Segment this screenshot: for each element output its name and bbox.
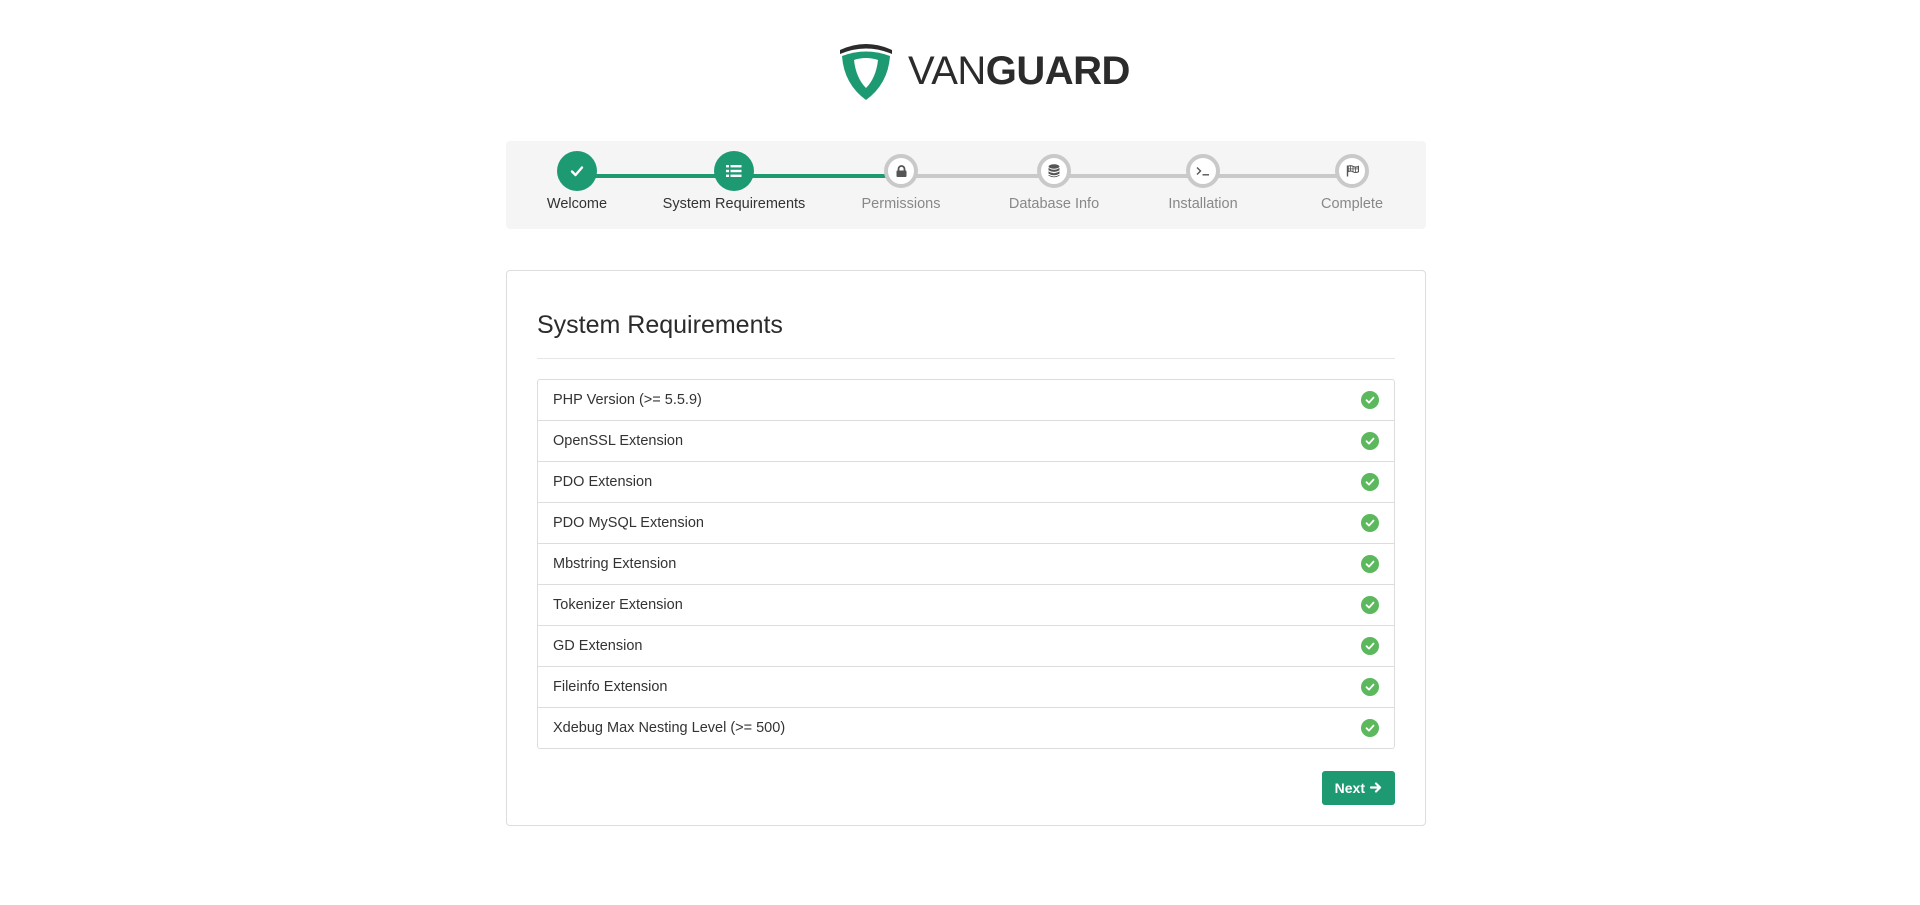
step-database-info-circle	[1037, 154, 1071, 188]
terminal-icon	[1196, 166, 1210, 176]
installation-wizard-steps: Welcome System Requirements Permissions	[506, 141, 1426, 229]
requirement-label: Fileinfo Extension	[553, 679, 668, 695]
next-button[interactable]: Next	[1321, 771, 1395, 805]
list-item: Tokenizer Extension	[538, 584, 1394, 625]
check-circle-icon	[1361, 391, 1379, 409]
list-item: PDO MySQL Extension	[538, 502, 1394, 543]
check-circle-icon	[1361, 596, 1379, 614]
step-complete-label: Complete	[1320, 196, 1384, 212]
requirement-label: PDO Extension	[553, 474, 653, 490]
step-database-info: Database Info	[974, 154, 1134, 212]
step-installation-label: Installation	[1168, 196, 1238, 212]
lock-icon	[896, 165, 907, 177]
list-item: Fileinfo Extension	[538, 666, 1394, 707]
brand-logo: VANGUARD	[838, 40, 1130, 102]
check-icon	[570, 164, 584, 178]
check-circle-icon	[1361, 637, 1379, 655]
list-item: GD Extension	[538, 625, 1394, 666]
step-permissions-label: Permissions	[861, 196, 941, 212]
brand-name-bold: GUARD	[985, 49, 1131, 93]
step-system-requirements-label: System Requirements	[662, 196, 806, 212]
step-welcome: Welcome	[497, 151, 657, 212]
step-system-requirements-circle	[714, 151, 754, 191]
list-item: PDO Extension	[538, 461, 1394, 502]
requirement-label: PHP Version (>= 5.5.9)	[553, 392, 702, 408]
next-button-label: Next	[1334, 780, 1365, 796]
shield-icon	[838, 40, 894, 102]
arrow-right-icon	[1369, 780, 1382, 796]
step-system-requirements: System Requirements	[654, 151, 814, 212]
requirement-label: Mbstring Extension	[553, 556, 677, 572]
check-circle-icon	[1361, 514, 1379, 532]
requirement-label: Xdebug Max Nesting Level (>= 500)	[553, 720, 786, 736]
requirement-label: PDO MySQL Extension	[553, 515, 704, 531]
requirements-list: PHP Version (>= 5.5.9) OpenSSL Extension…	[537, 379, 1395, 749]
step-permissions: Permissions	[821, 154, 981, 212]
step-welcome-circle	[557, 151, 597, 191]
brand-name-thin: VAN	[908, 49, 986, 93]
requirement-label: OpenSSL Extension	[553, 433, 684, 449]
database-icon	[1048, 164, 1060, 178]
step-database-info-label: Database Info	[1008, 196, 1100, 212]
list-item: Mbstring Extension	[538, 543, 1394, 584]
page-title: System Requirements	[537, 311, 783, 339]
brand-name: VANGUARD	[908, 51, 1130, 91]
flag-icon	[1346, 165, 1359, 177]
list-icon	[726, 164, 742, 178]
step-installation-circle	[1186, 154, 1220, 188]
check-circle-icon	[1361, 473, 1379, 491]
step-complete: Complete	[1272, 154, 1432, 212]
check-circle-icon	[1361, 678, 1379, 696]
requirement-label: Tokenizer Extension	[553, 597, 683, 613]
requirement-label: GD Extension	[553, 638, 643, 654]
step-welcome-label: Welcome	[546, 196, 608, 212]
list-item: Xdebug Max Nesting Level (>= 500)	[538, 707, 1394, 748]
check-circle-icon	[1361, 719, 1379, 737]
list-item: PHP Version (>= 5.5.9)	[538, 380, 1394, 420]
step-installation: Installation	[1123, 154, 1283, 212]
step-permissions-circle	[884, 154, 918, 188]
system-requirements-panel: System Requirements PHP Version (>= 5.5.…	[506, 270, 1426, 826]
step-complete-circle	[1335, 154, 1369, 188]
list-item: OpenSSL Extension	[538, 420, 1394, 461]
title-divider	[537, 358, 1395, 359]
check-circle-icon	[1361, 555, 1379, 573]
check-circle-icon	[1361, 432, 1379, 450]
